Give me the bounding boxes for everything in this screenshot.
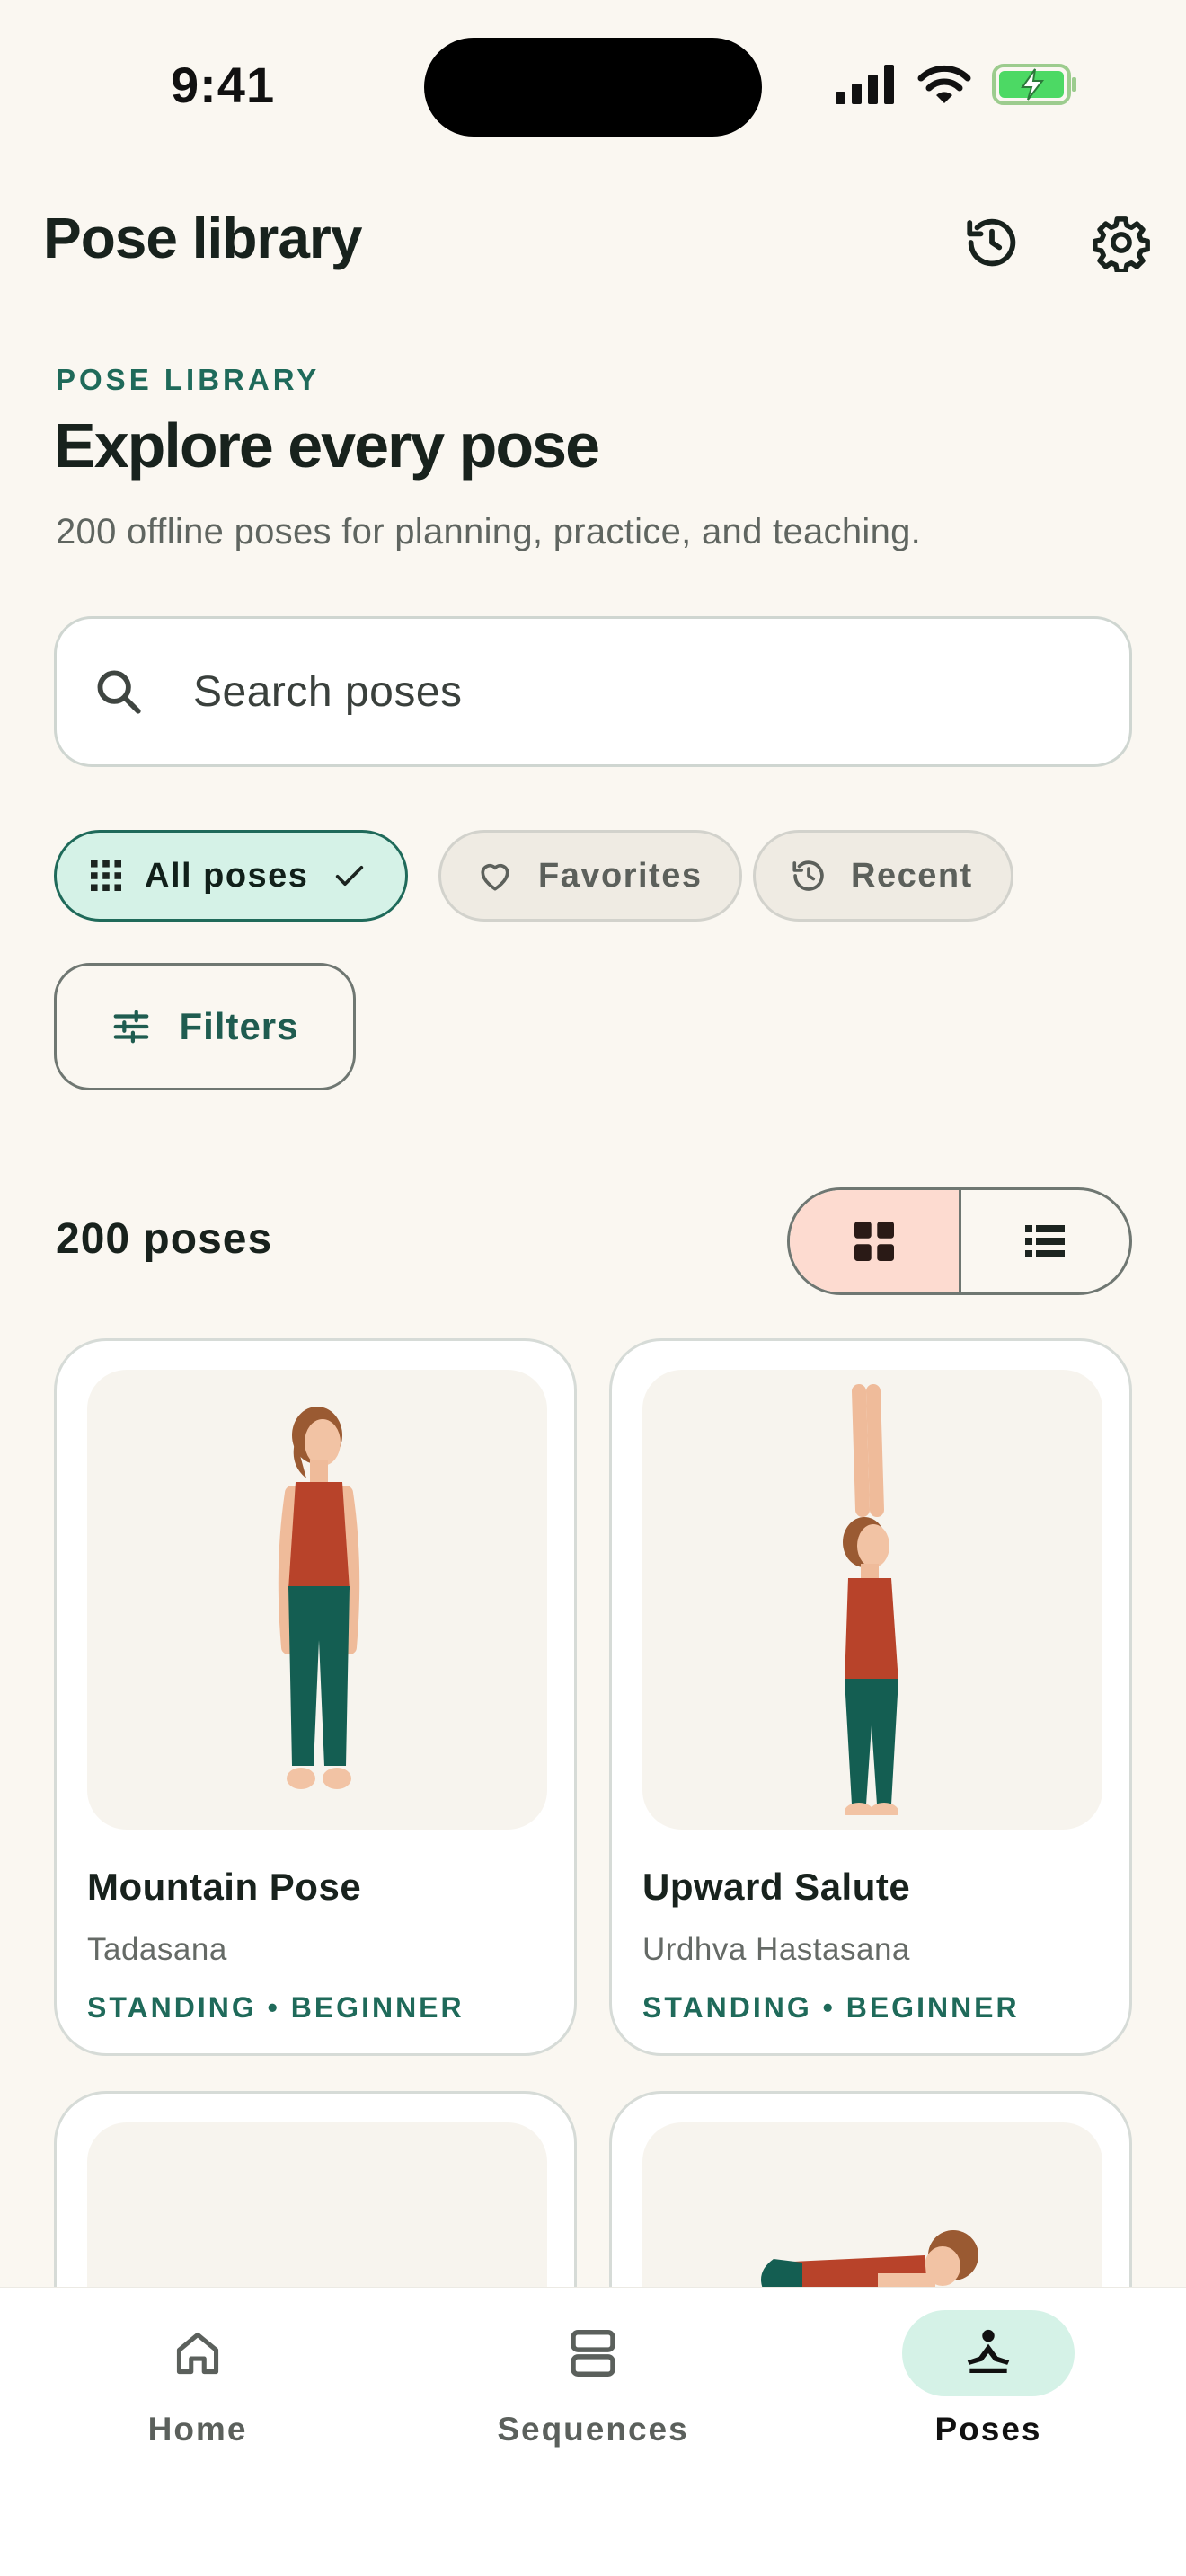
nav-label: Sequences bbox=[497, 2411, 689, 2448]
chip-label: All poses bbox=[145, 856, 309, 895]
pose-illustration bbox=[642, 1370, 1102, 1830]
nav-label: Poses bbox=[934, 2411, 1042, 2448]
pose-sanskrit: Urdhva Hastasana bbox=[642, 1932, 910, 1967]
pose-name: Upward Salute bbox=[642, 1866, 911, 1908]
tune-icon bbox=[114, 1010, 149, 1044]
signal-icon bbox=[836, 65, 894, 104]
upward-salute-figure bbox=[843, 1384, 898, 1815]
chip-recent[interactable]: Recent bbox=[753, 830, 1013, 922]
section-eyebrow: POSE LIBRARY bbox=[56, 363, 321, 396]
chip-label: Recent bbox=[851, 856, 973, 895]
list-view-icon bbox=[1025, 1225, 1066, 1257]
nav-label: Home bbox=[147, 2411, 248, 2448]
app-title: Pose library bbox=[43, 206, 362, 270]
search-input[interactable]: Search poses bbox=[54, 616, 1132, 767]
pose-illustration bbox=[87, 1370, 547, 1830]
grid-icon bbox=[91, 860, 121, 891]
filters-label: Filters bbox=[179, 1005, 299, 1047]
view-toggle bbox=[787, 1187, 1132, 1295]
pose-meta: STANDING • BEGINNER bbox=[642, 1991, 1020, 2024]
history-icon bbox=[967, 218, 1016, 267]
status-icons bbox=[836, 63, 1078, 106]
chip-label: Favorites bbox=[538, 856, 703, 895]
pose-card[interactable]: Mountain Pose Tadasana STANDING • BEGINN… bbox=[54, 1338, 577, 2056]
gear-icon bbox=[1093, 216, 1150, 272]
nav-icon-container bbox=[507, 2310, 679, 2396]
history-button[interactable] bbox=[949, 199, 1035, 286]
nav-item-sequences[interactable]: Sequences bbox=[458, 2310, 728, 2448]
status-time: 9:41 bbox=[171, 57, 276, 113]
pose-sanskrit: Tadasana bbox=[87, 1932, 227, 1967]
page-headline: Explore every pose bbox=[54, 410, 600, 481]
filters-button[interactable]: Filters bbox=[54, 963, 356, 1090]
sequences-icon bbox=[571, 2330, 615, 2377]
grid-view-button[interactable] bbox=[790, 1190, 961, 1292]
home-icon bbox=[176, 2332, 219, 2375]
results-count: 200 poses bbox=[56, 1215, 273, 1263]
pose-meta: STANDING • BEGINNER bbox=[87, 1991, 465, 2024]
settings-button[interactable] bbox=[1078, 199, 1164, 286]
wifi-icon bbox=[917, 65, 971, 103]
heart-icon bbox=[481, 863, 509, 891]
page-subtitle: 200 offline poses for planning, practice… bbox=[56, 512, 922, 551]
search-icon bbox=[97, 670, 141, 714]
search-placeholder: Search poses bbox=[193, 667, 463, 716]
nav-item-poses[interactable]: Poses bbox=[854, 2310, 1123, 2448]
nav-item-home[interactable]: Home bbox=[63, 2310, 332, 2448]
nav-icon-container bbox=[902, 2310, 1075, 2396]
chip-favorites[interactable]: Favorites bbox=[438, 830, 743, 922]
pose-name: Mountain Pose bbox=[87, 1866, 362, 1908]
dynamic-island bbox=[424, 38, 762, 137]
check-icon bbox=[336, 866, 364, 886]
grid-view-icon bbox=[854, 1222, 894, 1261]
list-view-button[interactable] bbox=[961, 1190, 1130, 1292]
nav-icon-container bbox=[111, 2310, 284, 2396]
pose-icon bbox=[967, 2329, 1010, 2373]
chip-all-poses[interactable]: All poses bbox=[54, 830, 409, 922]
mountain-pose-figure bbox=[278, 1407, 360, 1789]
pose-card[interactable]: Upward Salute Urdhva Hastasana STANDING … bbox=[609, 1338, 1132, 2056]
battery-charging-icon bbox=[992, 64, 1076, 105]
history-icon bbox=[792, 860, 824, 891]
